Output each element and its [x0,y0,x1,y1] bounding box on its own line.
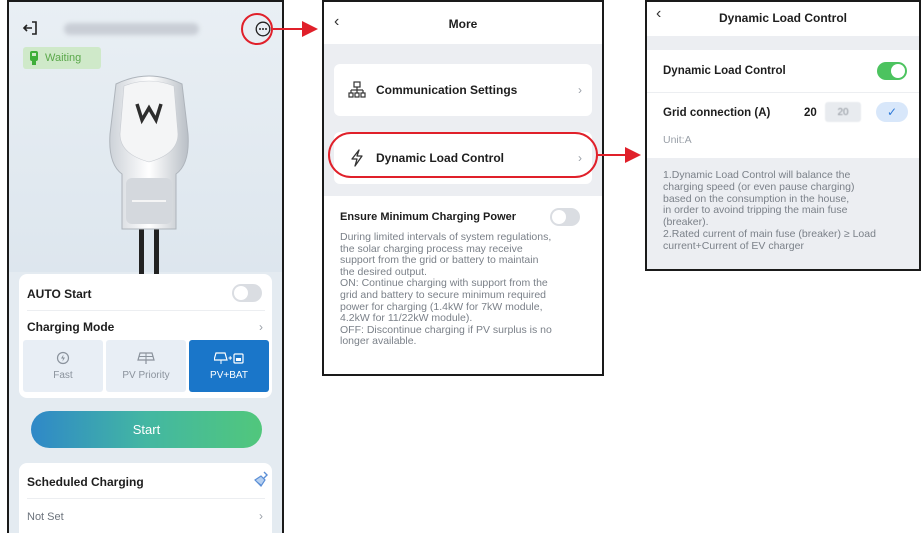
minimum-power-toggle[interactable] [550,208,580,226]
menu-item-communication-settings[interactable]: Communication Settings › [334,64,592,116]
unit-label: Unit:A [663,134,692,146]
charging-settings-card: AUTO Start Charging Mode › Fast PV Prior… [19,274,272,398]
mode-pv-bat[interactable]: PV+BAT [189,340,269,392]
status-badge: Waiting [23,47,101,69]
start-button[interactable]: Start [31,411,262,448]
dlc-nav-bar: ‹ Dynamic Load Control [647,2,919,36]
divider [27,310,265,311]
confirm-check-button[interactable]: ✓ [876,102,908,122]
mode-fast[interactable]: Fast [23,340,103,392]
page-title: Dynamic Load Control [718,11,847,25]
charging-mode-label: Charging Mode [27,320,115,334]
ev-charger-image [109,75,189,274]
divider [27,498,265,499]
status-badge-label: Waiting [45,52,82,64]
network-icon [348,81,366,98]
more-screen: ‹ More Communication Settings › Dynamic … [322,0,604,376]
mode-pv-priority-label: PV Priority [122,369,170,381]
dlc-description: 1.Dynamic Load Control will balance the … [663,169,876,252]
grid-connection-value: 20 [804,107,817,119]
auto-start-toggle[interactable] [232,284,262,302]
solar-panel-icon [137,351,155,364]
grid-connection-label: Grid connection (A) [663,107,771,119]
dlc-toggle-label: Dynamic Load Control [663,65,786,77]
device-name-blurred [64,23,199,35]
charging-mode-selector: Fast PV Priority PV+BAT [23,340,269,392]
scheduled-charging-value: Not Set [27,511,64,523]
charger-home-screen: Waiting AUTO Start Charging Mode › Fast … [7,0,284,533]
page-title: More [448,17,478,31]
minimum-power-card: Ensure Minimum Charging Power During lim… [324,196,602,374]
dlc-toggle[interactable] [877,62,907,80]
broom-icon[interactable] [252,470,270,488]
minimum-power-label: Ensure Minimum Charging Power [340,211,517,223]
dynamic-load-control-screen: ‹ Dynamic Load Control Dynamic Load Cont… [645,0,921,271]
scheduled-charging-label: Scheduled Charging [27,475,144,489]
grid-connection-input[interactable]: 20 [825,102,861,122]
solar-battery-icon [214,351,244,364]
highlight-ring-more [241,13,273,45]
chevron-right-icon: › [578,83,582,97]
mode-pv-priority[interactable]: PV Priority [106,340,186,392]
divider [647,92,919,93]
mode-fast-label: Fast [53,370,73,381]
fast-charge-icon [56,351,70,365]
chevron-right-icon[interactable]: › [259,509,263,523]
highlight-ring-dlc [328,132,598,178]
chevron-right-icon[interactable]: › [259,320,263,334]
dlc-settings-card: Dynamic Load Control Grid connection (A)… [647,50,919,158]
auto-start-label: AUTO Start [27,287,92,301]
exit-icon[interactable] [22,20,38,36]
mode-pv-bat-label: PV+BAT [210,369,248,381]
check-icon: ✓ [886,105,898,119]
more-nav-bar: ‹ More [324,2,602,44]
menu-item-label: Communication Settings [376,83,518,97]
charger-plug-icon [30,51,38,65]
minimum-power-description: During limited intervals of system regul… [340,231,552,348]
scheduled-charging-card: Scheduled Charging Not Set › [19,463,272,533]
